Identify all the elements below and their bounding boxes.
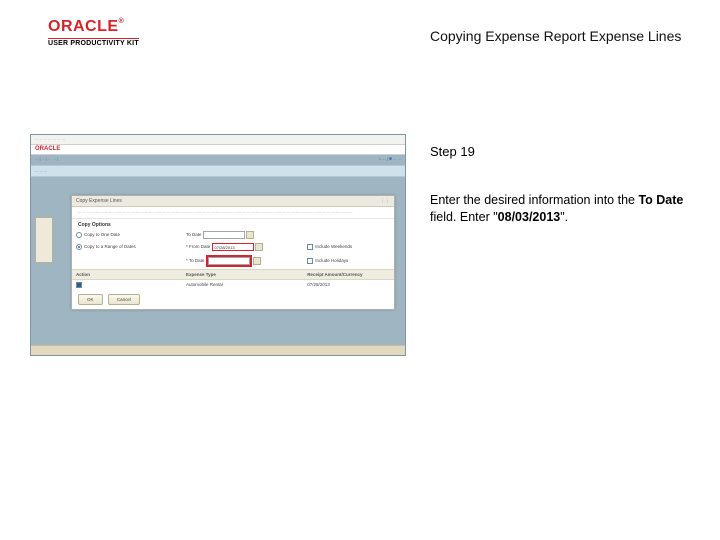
oracle-wordmark: ORACLE® — [48, 18, 139, 36]
include-holidays-checkbox[interactable] — [307, 258, 313, 264]
app-body: Copy Expense Lines ⋮⋮ ... ... ... ... ..… — [31, 177, 405, 353]
include-holidays-label: Include Holidays — [315, 258, 348, 263]
desc-field-name: To Date — [638, 193, 683, 207]
single-to-date-input[interactable] — [203, 231, 245, 239]
browser-toolbar: ... ... ... ... ... ... ... — [31, 135, 405, 145]
app-footer — [31, 345, 405, 355]
subnav-left: ... | ... | ... ... | — [35, 156, 58, 161]
include-weekends-label: Include Weekends — [315, 244, 352, 249]
col-amount: Receipt Amount/Currency — [303, 269, 394, 279]
single-to-date-label: To Date — [186, 232, 202, 237]
sidebar-fragment — [35, 217, 53, 263]
brand-text: ORACLE — [48, 18, 119, 35]
dialog-title: Copy Expense Lines ⋮⋮ — [72, 196, 394, 207]
copy-options-label: Copy Options — [72, 219, 394, 229]
to-date-input[interactable] — [208, 257, 250, 265]
drag-grip-icon: ⋮⋮ — [380, 198, 390, 204]
desc-end: ". — [560, 210, 568, 224]
oracle-upk-logo: ORACLE® USER PRODUCTIVITY KIT — [48, 18, 139, 47]
expense-grid-header: Action Expense Type Receipt Amount/Curre… — [72, 269, 394, 279]
step-label: Step 19 — [430, 144, 475, 159]
embedded-screenshot: ... ... ... ... ... ... ... ORACLE ... |… — [30, 134, 406, 356]
to-date-highlight — [206, 255, 252, 267]
expense-grid-row: Automobile Rental 07/28/2013 — [72, 279, 394, 290]
include-weekends-checkbox[interactable] — [307, 244, 313, 250]
mini-oracle-logo: ORACLE — [35, 146, 60, 152]
breadcrumb-bar: ... ... ... — [31, 165, 405, 177]
trademark-symbol: ® — [119, 18, 125, 25]
radio-range-label: Copy to a Range of Dates — [84, 244, 136, 249]
step-description: Enter the desired information into the T… — [430, 192, 690, 226]
dialog-title-text: Copy Expense Lines — [76, 198, 122, 204]
ok-button[interactable]: OK — [78, 294, 103, 305]
app-subnav: ... | ... | ... ... | ⌂ ... | ✱ ... ... — [31, 155, 405, 165]
upk-subtitle: USER PRODUCTIVITY KIT — [48, 38, 139, 47]
calendar-icon[interactable] — [253, 257, 261, 265]
to-date-label: * To Date — [186, 258, 204, 263]
subnav-right: ⌂ ... | ✱ ... ... — [379, 156, 401, 161]
cell-expense-type: Automobile Rental — [182, 279, 303, 290]
page-title: Copying Expense Report Expense Lines — [430, 28, 681, 44]
dialog-footer: OK Cancel — [72, 290, 394, 309]
radio-one-date[interactable] — [76, 232, 82, 238]
row-select-checkbox[interactable] — [76, 282, 82, 288]
calendar-icon[interactable] — [246, 231, 254, 239]
cancel-button[interactable]: Cancel — [108, 294, 140, 305]
app-header: ORACLE — [31, 145, 405, 155]
desc-value: 08/03/2013 — [498, 210, 561, 224]
radio-range[interactable] — [76, 244, 82, 250]
col-type: Expense Type — [182, 269, 303, 279]
copy-expense-lines-dialog: Copy Expense Lines ⋮⋮ ... ... ... ... ..… — [71, 195, 395, 310]
copy-options-table: Copy to One Date To Date Copy to a Range… — [72, 229, 394, 290]
desc-lead: Enter the desired information into the — [430, 193, 638, 207]
cell-expense-date: 07/28/2013 — [303, 279, 394, 290]
col-action: Action — [72, 269, 182, 279]
from-date-input[interactable]: 07/28/2013 — [212, 243, 254, 251]
from-date-label: * From Date — [186, 244, 210, 249]
dialog-instructions: ... ... ... ... ... ... ... ... ... ... … — [72, 207, 394, 219]
calendar-icon[interactable] — [255, 243, 263, 251]
radio-one-date-label: Copy to One Date — [84, 232, 120, 237]
desc-mid: field. Enter " — [430, 210, 498, 224]
